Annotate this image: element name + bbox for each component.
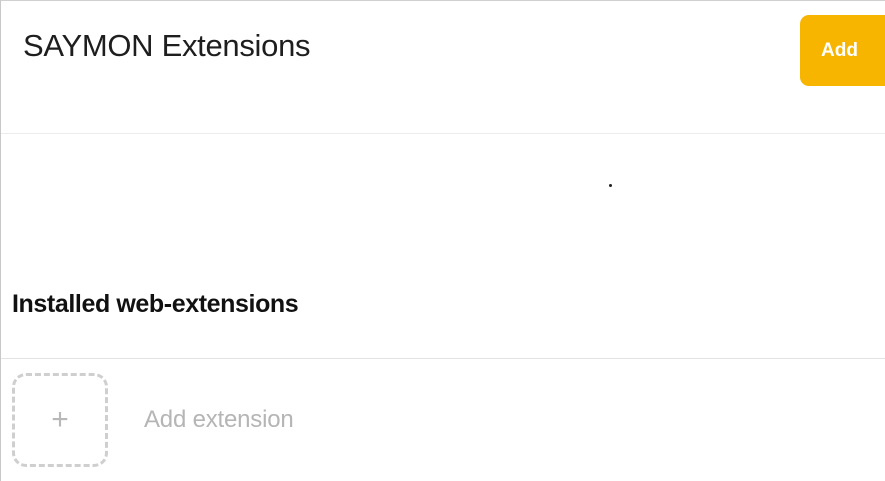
installed-section-title: Installed web-extensions xyxy=(12,290,299,318)
add-extension-tile[interactable]: + xyxy=(12,373,108,467)
section-divider xyxy=(1,358,885,359)
add-button[interactable]: Add xyxy=(800,15,885,86)
add-extension-card[interactable]: + Add extension xyxy=(12,372,294,468)
add-extension-label[interactable]: Add extension xyxy=(144,406,294,434)
loading-dot xyxy=(609,184,612,187)
page-header: SAYMON Extensions Add xyxy=(1,1,885,134)
page-title: SAYMON Extensions xyxy=(23,28,311,63)
extensions-page: SAYMON Extensions Add Installed web-exte… xyxy=(0,0,885,481)
plus-icon: + xyxy=(51,403,69,436)
